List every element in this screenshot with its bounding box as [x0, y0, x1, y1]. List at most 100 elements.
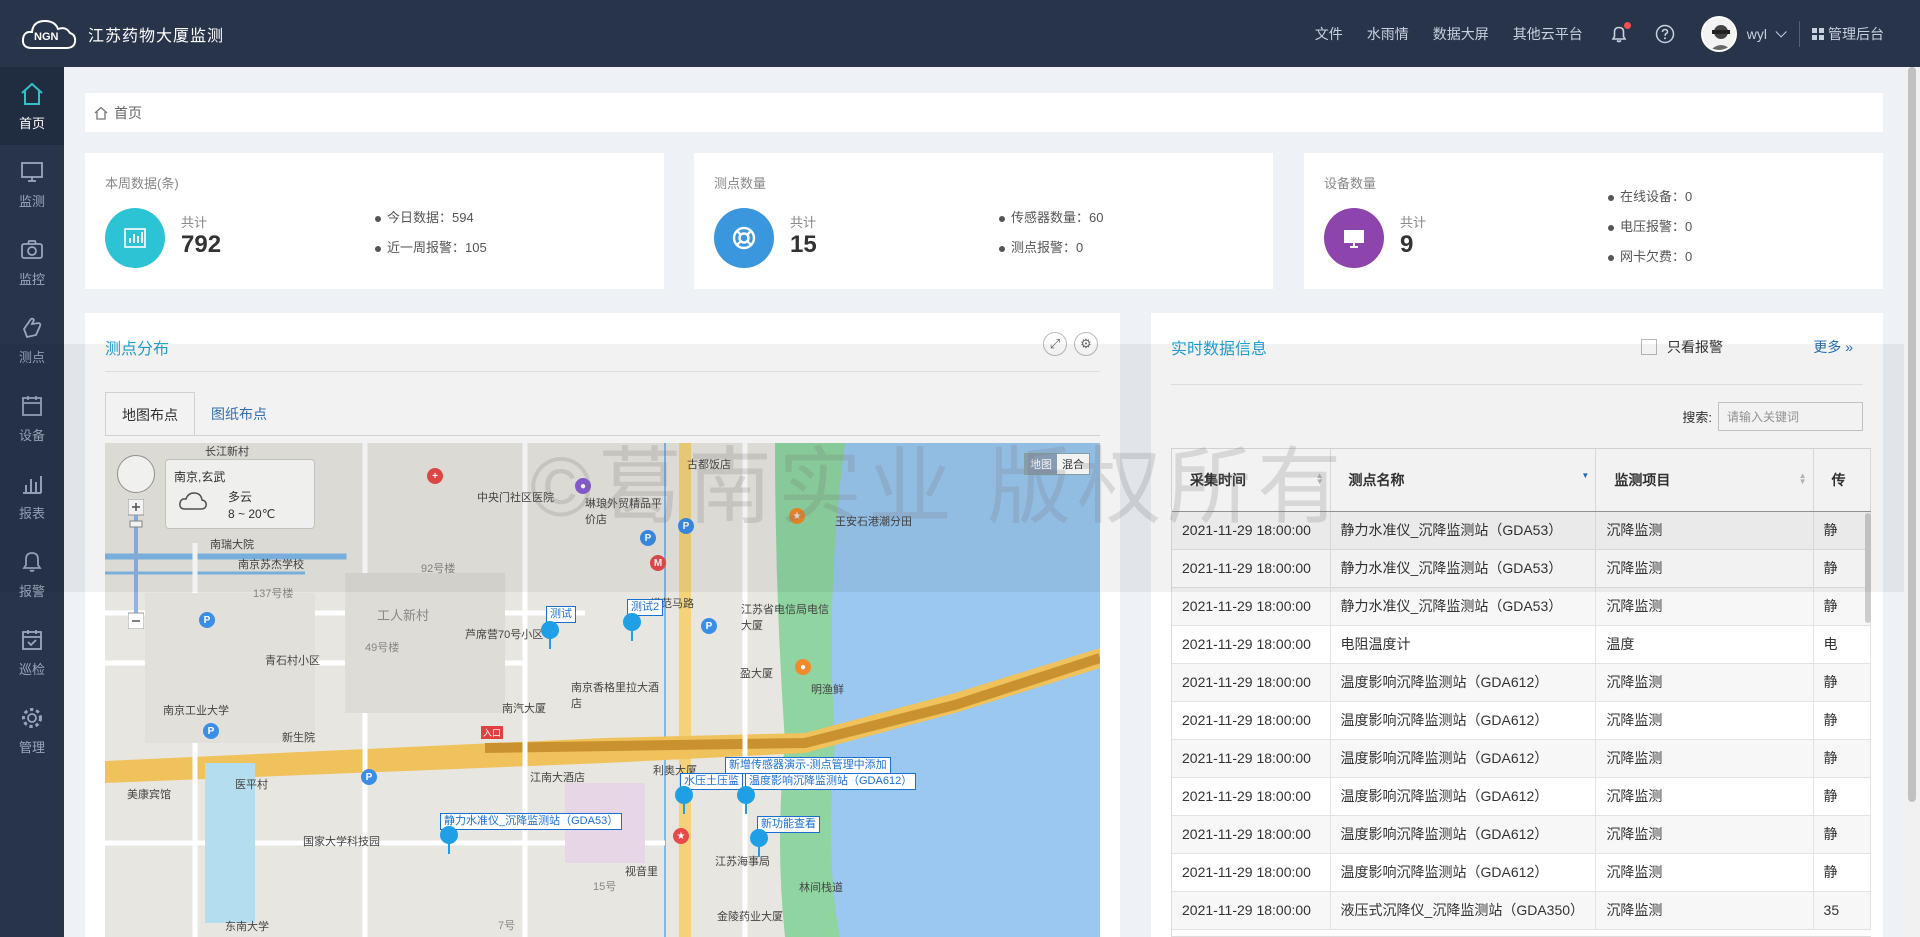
map-type-switch[interactable]: 地图 混合: [1024, 453, 1090, 475]
stat-details: 今日数据：594 近一周报警：105: [375, 203, 487, 263]
table-row[interactable]: 2021-11-29 18:00:00 温度影响沉降监测站（GDA612） 沉降监测…: [1172, 853, 1871, 892]
more-link[interactable]: 更多 »: [1813, 337, 1853, 357]
breadcrumb-home[interactable]: 首页: [114, 103, 142, 123]
stat-sensor-count: 传感器数量：60: [999, 203, 1103, 233]
map-pin-icon[interactable]: [737, 786, 755, 814]
column-header-time[interactable]: 采集时间 ▲ ▼: [1172, 449, 1331, 512]
username[interactable]: wyl: [1747, 26, 1767, 42]
table-cell: 液压式沉降仪_沉降监测站（GDA350）: [1330, 891, 1597, 930]
table-cell: 静: [1813, 511, 1871, 550]
tab-drawing[interactable]: 图纸布点: [195, 392, 283, 436]
expand-icon[interactable]: ⤢: [1043, 332, 1067, 356]
table-scrollbar[interactable]: [1865, 513, 1871, 623]
table-row[interactable]: 2021-11-29 18:00:00 静力水准仪_沉降监测站（GDA53） 沉降监…: [1172, 511, 1871, 550]
table-row[interactable]: 2021-11-29 18:00:00 静力水准仪_沉降监测站（GDA53） 沉降监…: [1172, 587, 1871, 626]
cloud-icon: [179, 492, 207, 510]
tab-map[interactable]: 地图布点: [105, 392, 195, 436]
nav-rain[interactable]: 水雨情: [1367, 24, 1409, 44]
avatar[interactable]: [1700, 15, 1737, 52]
map-pin-icon[interactable]: [675, 786, 693, 814]
table-cell: 静力水准仪_沉降监测站（GDA53）: [1330, 549, 1597, 588]
map-type-hybrid[interactable]: 混合: [1057, 454, 1089, 474]
map-point-tag[interactable]: 温度影响沉降监测站（GDA612）: [745, 773, 917, 790]
hospital-icon: +: [427, 468, 443, 484]
realtime-table: 采集时间 ▲ ▼ 测点名称 ▼ 监测项目 ▲ ▼ 传 2021-11-29 18:00:0…: [1171, 448, 1871, 937]
map-label: 入口: [481, 726, 504, 739]
map-pan-control[interactable]: [117, 455, 155, 493]
sidebar-item-manage[interactable]: 管理: [0, 691, 64, 769]
admin-link[interactable]: 管理后台: [1812, 24, 1884, 44]
map-type-map[interactable]: 地图: [1025, 454, 1057, 474]
sidebar-item-home[interactable]: 首页: [0, 67, 64, 145]
map-zoom-control[interactable]: [127, 498, 145, 630]
map-label: 国家大学科技园: [303, 836, 380, 848]
table-cell: 静: [1813, 587, 1871, 626]
stat-voltage-alarm: 电压报警：0: [1608, 212, 1692, 242]
bell-icon[interactable]: [1609, 21, 1631, 44]
sidebar-item-label: 首页: [18, 115, 45, 131]
page-scrollbar[interactable]: [1904, 67, 1920, 937]
app-title: 江苏药物大厦监测: [88, 27, 225, 45]
map-label: 长江新村: [205, 446, 249, 458]
table-row[interactable]: 2021-11-29 18:00:00 液压式沉降仪_沉降监测站（GDA350）沉…: [1172, 891, 1871, 930]
table-row[interactable]: 2021-11-29 18:00:00 静力水准仪_沉降监测站（GDA53） 沉降监…: [1172, 549, 1871, 588]
map-label: 南京工业大学: [163, 705, 229, 717]
table-row[interactable]: 2021-11-29 18:00:00 温度影响沉降监测站（GDA612） 沉降监测…: [1172, 663, 1871, 702]
table-row[interactable]: 2021-11-29 18:00:00 温度影响沉降监测站（GDA612） 沉降监测…: [1172, 815, 1871, 854]
map-pin-icon[interactable]: [750, 829, 768, 857]
table-cell: 沉降监测: [1595, 701, 1814, 740]
sidebar-item-points[interactable]: 测点: [0, 301, 64, 379]
parking-icon: P: [203, 723, 219, 739]
sidebar-item-reports[interactable]: 报表: [0, 457, 64, 535]
sidebar-item-monitor[interactable]: 监测: [0, 145, 64, 223]
only-alarm-checkbox[interactable]: 只看报警: [1641, 337, 1723, 357]
search-input[interactable]: [1718, 402, 1863, 431]
calendar-icon: [22, 395, 42, 416]
table-row[interactable]: 2021-11-29 18:00:00 温度影响沉降监测站（GDA612） 沉降监测…: [1172, 777, 1871, 816]
map-pin-icon[interactable]: [623, 613, 641, 641]
column-header-item[interactable]: 监测项目 ▲ ▼: [1595, 449, 1814, 512]
parking-icon: P: [640, 530, 656, 546]
help-icon[interactable]: [1655, 24, 1675, 44]
table-row[interactable]: 2021-11-29 18:00:00 温度影响沉降监测站（GDA612） 沉降监测…: [1172, 701, 1871, 740]
brand[interactable]: NGN 江苏药物大厦监测: [0, 0, 224, 67]
nav-files[interactable]: 文件: [1315, 24, 1343, 44]
nav-dashboard[interactable]: 数据大屏: [1433, 24, 1489, 44]
sidebar-item-inspection[interactable]: 巡检: [0, 613, 64, 691]
nav-other-platform[interactable]: 其他云平台: [1513, 24, 1583, 44]
map[interactable]: 南京,玄武 多云 8 ~ 20℃ 地图 混合 长江新村 古都饭店 中央门社区医院…: [105, 443, 1100, 937]
sidebar-item-label: 测点: [18, 349, 45, 365]
map-label: 盈大厦: [740, 668, 773, 680]
table-cell: 电: [1813, 625, 1871, 664]
map-pin-icon[interactable]: [541, 621, 559, 649]
search: 搜索:: [1682, 402, 1863, 431]
table-row[interactable]: 2021-11-29 18:00:00 电阻温度计 温度电: [1172, 625, 1871, 664]
realtime-panel: 实时数据信息 只看报警 更多 » 搜索: 采集时间▲▼ 测点名称▼ 监测项目▲▼…: [1151, 313, 1883, 937]
stat-title: 测点数量: [714, 176, 767, 191]
sidebar-item-alarm[interactable]: 报警: [0, 535, 64, 613]
weather-city: 南京,玄武: [174, 470, 226, 484]
chevron-down-icon[interactable]: [1775, 25, 1787, 38]
table-cell: 静力水准仪_沉降监测站（GDA53）: [1330, 587, 1597, 626]
grid-icon: [1812, 27, 1824, 40]
table-cell: 2021-11-29 18:00:00: [1172, 587, 1331, 626]
sidebar-item-camera[interactable]: 监控: [0, 223, 64, 301]
table-cell: 2021-11-29 18:00:00: [1172, 663, 1331, 702]
gear-icon[interactable]: ⚙: [1074, 332, 1098, 356]
table-cell: 电阻温度计: [1330, 625, 1597, 664]
map-label: 江苏省电信局电信大厦: [741, 604, 829, 632]
parking-icon: P: [199, 612, 215, 628]
sidebar-item-devices[interactable]: 设备: [0, 379, 64, 457]
map-label: 中央门社区医院: [477, 492, 554, 504]
map-point-tag[interactable]: 静力水准仪_沉降监测站（GDA53）: [440, 813, 623, 830]
table-row[interactable]: 2021-11-29 18:00:00 温度影响沉降监测站（GDA612） 沉降监测…: [1172, 739, 1871, 778]
parking-icon: P: [361, 769, 377, 785]
checkbox[interactable]: [1641, 339, 1657, 355]
map-pin-icon[interactable]: [440, 826, 458, 854]
map-point-tag[interactable]: 新增传感器演示-测点管理中添加: [725, 757, 891, 774]
table-cell: 静: [1813, 815, 1871, 854]
map-label: 南瑞大院: [210, 539, 254, 551]
column-header-point[interactable]: 测点名称 ▼: [1330, 449, 1597, 512]
table-cell: 2021-11-29 18:00:00: [1172, 815, 1331, 854]
column-header-sensor[interactable]: 传: [1813, 449, 1871, 512]
